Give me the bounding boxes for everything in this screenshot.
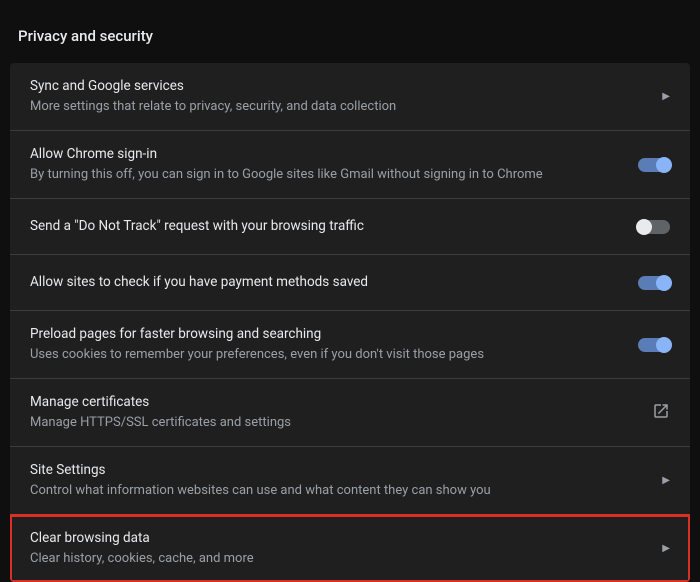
setting-control: ▶ [662,543,670,554]
setting-control [638,276,670,290]
setting-text: Manage certificates Manage HTTPS/SSL cer… [30,393,636,432]
setting-text: Preload pages for faster browsing and se… [30,325,622,364]
row-manage-certificates[interactable]: Manage certificates Manage HTTPS/SSL cer… [10,379,690,447]
toggle-knob [656,275,672,291]
setting-text: Allow sites to check if you have payment… [30,273,622,292]
toggle-knob [636,219,652,235]
setting-text: Allow Chrome sign-in By turning this off… [30,145,622,184]
row-sync-google-services[interactable]: Sync and Google services More settings t… [10,63,690,131]
row-site-settings[interactable]: Site Settings Control what information w… [10,447,690,515]
toggle-knob [656,157,672,173]
setting-text: Clear browsing data Clear history, cooki… [30,529,646,568]
setting-title: Allow Chrome sign-in [30,145,622,164]
setting-subtitle: By turning this off, you can sign in to … [30,166,622,184]
setting-text: Site Settings Control what information w… [30,461,646,500]
toggle-allow-chrome-signin[interactable] [638,158,670,172]
setting-subtitle: Uses cookies to remember your preference… [30,346,622,364]
setting-subtitle: Clear history, cookies, cache, and more [30,550,646,568]
setting-title: Clear browsing data [30,529,646,548]
setting-control [638,220,670,234]
setting-subtitle: Manage HTTPS/SSL certificates and settin… [30,414,636,432]
setting-text: Sync and Google services More settings t… [30,77,646,116]
chevron-right-icon: ▶ [662,475,670,486]
settings-panel: Sync and Google services More settings t… [10,63,690,582]
setting-title: Manage certificates [30,393,636,412]
setting-title: Preload pages for faster browsing and se… [30,325,622,344]
row-do-not-track[interactable]: Send a "Do Not Track" request with your … [10,199,690,255]
setting-control [652,402,670,424]
setting-text: Send a "Do Not Track" request with your … [30,217,622,236]
chevron-right-icon: ▶ [662,543,670,554]
toggle-payment-methods[interactable] [638,276,670,290]
external-link-icon [652,402,670,424]
row-payment-methods[interactable]: Allow sites to check if you have payment… [10,255,690,311]
toggle-preload-pages[interactable] [638,338,670,352]
toggle-do-not-track[interactable] [638,220,670,234]
setting-title: Send a "Do Not Track" request with your … [30,217,622,236]
setting-subtitle: Control what information websites can us… [30,482,646,500]
toggle-knob [656,337,672,353]
setting-control [638,158,670,172]
setting-title: Sync and Google services [30,77,646,96]
chevron-right-icon: ▶ [662,91,670,102]
row-clear-browsing-data[interactable]: Clear browsing data Clear history, cooki… [10,515,690,582]
setting-title: Site Settings [30,461,646,480]
row-preload-pages[interactable]: Preload pages for faster browsing and se… [10,311,690,379]
setting-title: Allow sites to check if you have payment… [30,273,622,292]
setting-control [638,338,670,352]
setting-subtitle: More settings that relate to privacy, se… [30,98,646,116]
setting-control: ▶ [662,475,670,486]
section-title: Privacy and security [10,15,690,63]
setting-control: ▶ [662,91,670,102]
row-allow-chrome-signin[interactable]: Allow Chrome sign-in By turning this off… [10,131,690,199]
